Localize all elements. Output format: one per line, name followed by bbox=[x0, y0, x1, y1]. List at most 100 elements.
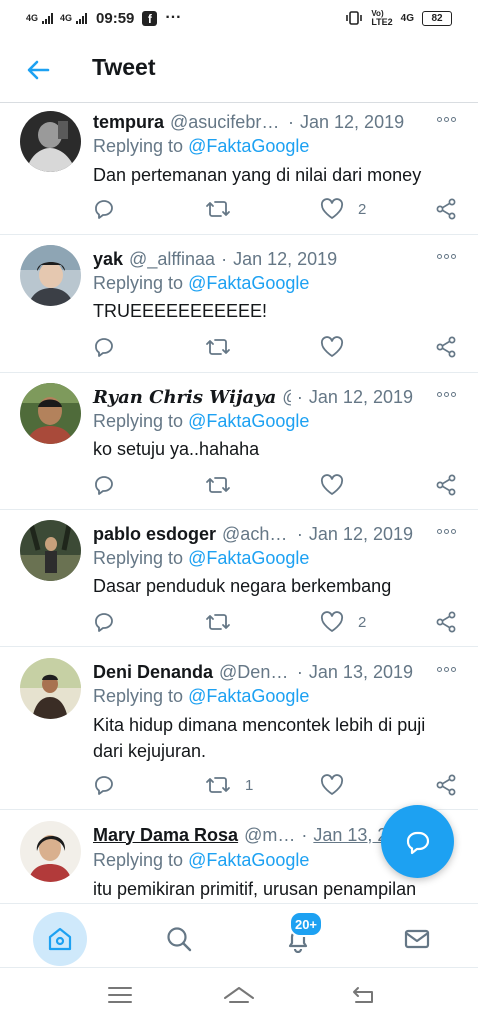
tweet-actions bbox=[0, 474, 478, 500]
more-options-icon[interactable] bbox=[437, 254, 456, 259]
network-type-2: 4G bbox=[60, 12, 73, 23]
username[interactable]: @_alffinaa bbox=[129, 249, 215, 270]
retweet-button[interactable] bbox=[205, 474, 245, 496]
bottom-navigation bbox=[0, 903, 478, 968]
tweet-item[interactable]: yak @_alffinaa · Jan 12, 2019 Replying t… bbox=[0, 234, 478, 373]
compose-reply-icon bbox=[406, 831, 429, 854]
tweet-item[interactable]: pablo esdoger @achi… · Jan 12, 2019 Repl… bbox=[0, 509, 478, 647]
share-button[interactable] bbox=[435, 198, 457, 220]
timestamp[interactable]: Jan 12, 2019 bbox=[233, 249, 337, 270]
back-icon[interactable] bbox=[350, 984, 376, 1006]
facebook-icon: f bbox=[142, 10, 158, 26]
username[interactable]: @Deni… bbox=[219, 662, 291, 683]
reply-button[interactable] bbox=[93, 774, 115, 796]
heart-icon bbox=[320, 336, 344, 357]
username[interactable]: @asucifebri… bbox=[170, 112, 282, 133]
replying-to: Replying to @FaktaGoogle bbox=[93, 136, 309, 157]
mention-link[interactable]: @FaktaGoogle bbox=[188, 411, 309, 431]
replying-label: Replying to bbox=[93, 850, 184, 870]
reply-icon bbox=[95, 613, 113, 632]
share-button[interactable] bbox=[435, 774, 457, 796]
lte-label: LTE2 bbox=[371, 17, 393, 27]
like-button[interactable] bbox=[320, 474, 358, 496]
nav-search[interactable] bbox=[152, 912, 206, 966]
tweet-actions bbox=[0, 336, 478, 362]
replies-feed[interactable]: tempura @asucifebri… · Jan 12, 2019 Repl… bbox=[0, 103, 478, 903]
share-button[interactable] bbox=[435, 474, 457, 496]
tweet-header: yak @_alffinaa · Jan 12, 2019 bbox=[93, 247, 413, 271]
menu-icon[interactable] bbox=[107, 984, 133, 1006]
replying-to: Replying to @FaktaGoogle bbox=[93, 548, 309, 569]
nav-home[interactable] bbox=[33, 912, 87, 966]
reply-button[interactable] bbox=[93, 198, 115, 220]
tweet-header: pablo esdoger @achi… · Jan 12, 2019 bbox=[93, 522, 413, 546]
retweet-icon bbox=[206, 477, 230, 493]
avatar[interactable] bbox=[20, 245, 81, 306]
replying-label: Replying to bbox=[93, 136, 184, 156]
retweet-count: 1 bbox=[245, 776, 254, 794]
nav-messages[interactable] bbox=[390, 912, 444, 966]
like-count: 2 bbox=[358, 200, 367, 218]
tweet-item[interactable]: tempura @asucifebri… · Jan 12, 2019 Repl… bbox=[0, 103, 478, 235]
timestamp[interactable]: Jan 12, 2019 bbox=[300, 112, 404, 133]
display-name[interactable]: yak bbox=[93, 249, 123, 270]
replying-label: Replying to bbox=[93, 548, 184, 568]
mention-link[interactable]: @FaktaGoogle bbox=[188, 686, 309, 706]
timestamp[interactable]: Jan 12, 2019 bbox=[309, 387, 413, 408]
tweet-item[interactable]: Deni Denanda @Deni… · Jan 13, 2019 Reply… bbox=[0, 646, 478, 810]
more-options-icon[interactable] bbox=[437, 392, 456, 397]
avatar[interactable] bbox=[20, 383, 81, 444]
messages-icon bbox=[404, 929, 430, 949]
timestamp[interactable]: Jan 12, 2019 bbox=[309, 524, 413, 545]
display-name[interactable]: pablo esdoger bbox=[93, 524, 216, 545]
reply-button[interactable] bbox=[93, 336, 115, 358]
retweet-button[interactable] bbox=[205, 198, 245, 220]
mention-link[interactable]: @FaktaGoogle bbox=[188, 850, 309, 870]
heart-icon bbox=[320, 774, 344, 795]
tweet-item[interactable]: Ryan Chris Wijaya @R… · Jan 12, 2019 Rep… bbox=[0, 372, 478, 510]
like-button[interactable] bbox=[320, 774, 358, 796]
separator-dot: · bbox=[288, 111, 295, 132]
retweet-button[interactable]: 1 bbox=[205, 774, 253, 796]
display-name[interactable]: Ryan Chris Wijaya bbox=[93, 387, 276, 408]
retweet-icon bbox=[206, 777, 230, 793]
username[interactable]: @R… bbox=[282, 387, 291, 408]
mention-link[interactable]: @FaktaGoogle bbox=[188, 273, 309, 293]
more-options-icon[interactable] bbox=[437, 529, 456, 534]
avatar[interactable] bbox=[20, 111, 81, 172]
display-name[interactable]: Deni Denanda bbox=[93, 662, 213, 683]
reply-button[interactable] bbox=[93, 611, 115, 633]
mention-link[interactable]: @FaktaGoogle bbox=[188, 136, 309, 156]
reply-fab-button[interactable] bbox=[381, 805, 454, 878]
reply-button[interactable] bbox=[93, 474, 115, 496]
notification-badge: 20+ bbox=[289, 911, 323, 937]
share-button[interactable] bbox=[435, 611, 457, 633]
retweet-button[interactable] bbox=[205, 611, 245, 633]
arrow-left-icon[interactable] bbox=[24, 56, 52, 84]
retweet-icon bbox=[206, 614, 230, 630]
replying-label: Replying to bbox=[93, 273, 184, 293]
avatar[interactable] bbox=[20, 821, 81, 882]
more-options-icon[interactable] bbox=[437, 117, 456, 122]
more-options-icon[interactable] bbox=[437, 667, 456, 672]
username[interactable]: @m… bbox=[244, 825, 295, 846]
display-name[interactable]: tempura bbox=[93, 112, 164, 133]
tweet-actions: 2 bbox=[0, 198, 478, 224]
username[interactable]: @achi… bbox=[222, 524, 291, 545]
page-title: Tweet bbox=[92, 54, 156, 80]
retweet-button[interactable] bbox=[205, 336, 245, 358]
separator-dot: · bbox=[301, 824, 308, 845]
like-button[interactable] bbox=[320, 336, 358, 358]
like-button[interactable]: 2 bbox=[320, 611, 366, 633]
avatar[interactable] bbox=[20, 658, 81, 719]
top-app-bar: Tweet bbox=[0, 36, 478, 103]
signal-icon bbox=[76, 12, 88, 24]
display-name[interactable]: Mary Dama Rosa bbox=[93, 825, 238, 846]
timestamp[interactable]: Jan 13, 2019 bbox=[309, 662, 413, 683]
like-button[interactable]: 2 bbox=[320, 198, 366, 220]
tweet-header: Deni Denanda @Deni… · Jan 13, 2019 bbox=[93, 660, 413, 684]
home-chevron-icon[interactable] bbox=[222, 984, 256, 1006]
avatar[interactable] bbox=[20, 520, 81, 581]
share-button[interactable] bbox=[435, 336, 457, 358]
mention-link[interactable]: @FaktaGoogle bbox=[188, 548, 309, 568]
